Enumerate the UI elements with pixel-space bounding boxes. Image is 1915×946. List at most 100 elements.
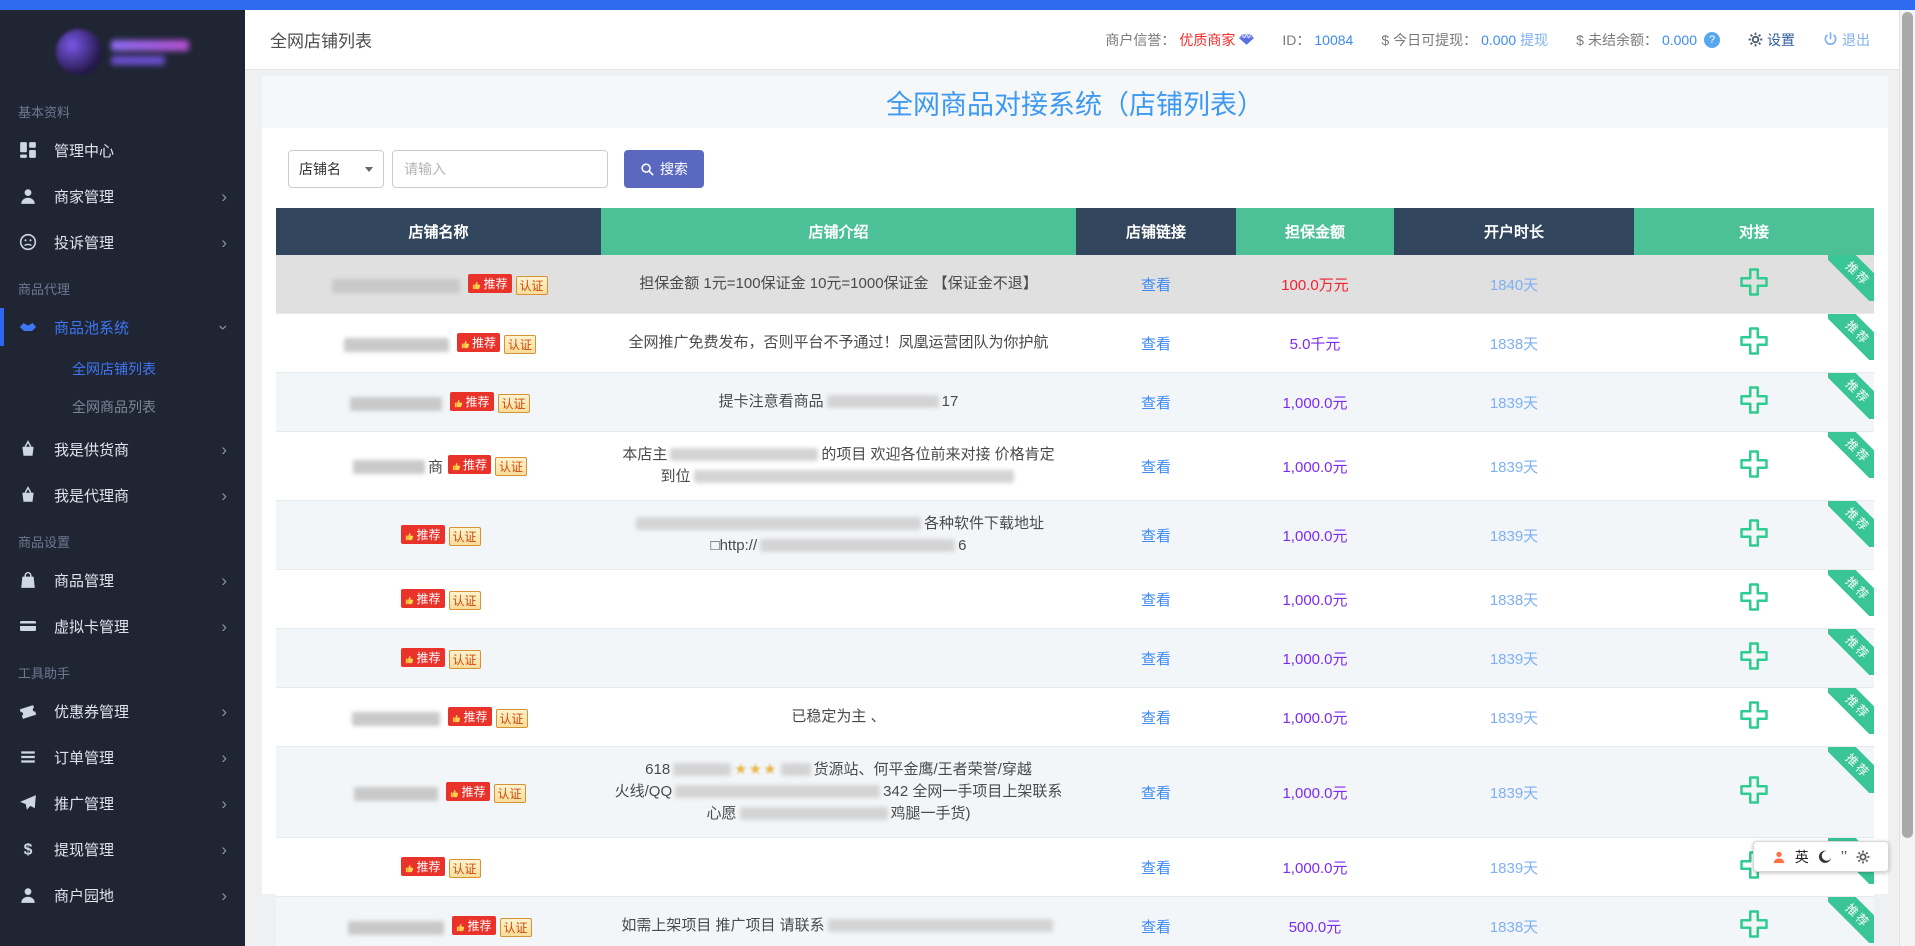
account-age-cell: 1838天	[1394, 897, 1634, 946]
sidebar: 基本资料管理中心 商家管理 › 投诉管理 › 商品代理商品池系统 › 全网店铺列表 全网商品列表…	[0, 10, 245, 946]
view-link[interactable]: 查看	[1141, 459, 1171, 476]
account-age-cell: 1840天	[1394, 255, 1634, 314]
today-withdrawable: $ 今日可提现： 0.000 提现	[1381, 30, 1549, 50]
intro-line: 已稳定为主 、	[609, 706, 1068, 728]
connect-button[interactable]	[1739, 909, 1769, 939]
redacted-text	[332, 278, 461, 293]
certified-badge: 认证	[497, 393, 530, 413]
text-fragment: 本店主	[622, 446, 668, 463]
quote-marks-icon[interactable]: ’’	[1841, 848, 1847, 865]
view-link[interactable]: 查看	[1141, 710, 1171, 727]
account-age: 1838天	[1489, 335, 1539, 353]
search-input[interactable]	[392, 150, 608, 188]
search-type-select[interactable]: 店铺名	[288, 150, 384, 188]
connect-button[interactable]	[1739, 775, 1769, 805]
sidebar-item-label: 我是代理商	[54, 487, 130, 505]
deposit-amount: 1,000.0元	[1282, 458, 1348, 476]
certified-badge: 认证	[448, 858, 481, 878]
logo-text	[111, 39, 189, 65]
moon-icon[interactable]	[1818, 850, 1832, 864]
intro-line: 各种软件下载地址	[609, 513, 1068, 535]
recommend-badge: 推荐	[456, 332, 500, 352]
sidebar-item-推广管理[interactable]: 推广管理 ›	[0, 780, 245, 826]
account-age: 1839天	[1489, 458, 1539, 476]
logout-button[interactable]: 退出	[1823, 30, 1870, 50]
logo	[0, 16, 245, 88]
redacted-text	[739, 807, 888, 820]
intro-line: □http:// 6	[609, 535, 1068, 557]
text-fragment: 鸡腿一手货)	[890, 805, 971, 822]
toolbar-gear-icon[interactable]	[1856, 850, 1870, 864]
text-fragment: □http://	[710, 537, 758, 554]
connect-button[interactable]	[1739, 267, 1769, 297]
recommend-badge: 推荐	[401, 524, 445, 544]
recommend-ribbon: 推荐	[1828, 570, 1874, 616]
connect-button[interactable]	[1739, 449, 1769, 479]
view-link[interactable]: 查看	[1141, 528, 1171, 545]
view-link[interactable]: 查看	[1141, 336, 1171, 353]
sidebar-item-投诉管理[interactable]: 投诉管理 ›	[0, 219, 245, 265]
intro-line: 火线/QQ 342 全网一手项目上架联系	[609, 781, 1068, 803]
redacted-text	[827, 919, 1053, 932]
sidebar-item-我是代理商[interactable]: 我是代理商 ›	[0, 472, 245, 518]
user-icon	[18, 885, 38, 905]
sidebar-item-我是供货商[interactable]: 我是供货商 ›	[0, 426, 245, 472]
sidebar-item-商品池系统[interactable]: 商品池系统 ›	[0, 304, 245, 350]
merchant-id: ID： 10084	[1282, 31, 1354, 48]
sidebar-item-商户园地[interactable]: 商户园地 ›	[0, 872, 245, 918]
table-row: 推荐 认证 担保金额 1元=100保证金 10元=1000保证金 【保证金不退】 查看…	[276, 255, 1874, 314]
sidebar-section-label: 基本资料	[18, 105, 71, 120]
certified-badge: 认证	[495, 457, 528, 476]
view-link[interactable]: 查看	[1141, 651, 1171, 668]
sidebar-item-优惠券管理[interactable]: 优惠券管理 ›	[0, 688, 245, 734]
sidebar-item-商品管理[interactable]: 商品管理 ›	[0, 557, 245, 603]
shop-intro-cell: 如需上架项目 推广项目 请联系	[601, 897, 1076, 946]
chevron-right-icon: ›	[221, 616, 227, 636]
withdraw-link[interactable]: 提现	[1520, 30, 1548, 50]
sidebar-section-label: 商品代理	[18, 282, 71, 297]
sidebar-item-管理中心[interactable]: 管理中心	[0, 127, 245, 173]
redacted-text	[760, 539, 956, 552]
text-fragment: 提卡注意看商品	[718, 393, 824, 410]
search-row: 店铺名 搜索	[288, 150, 1874, 188]
view-link[interactable]: 查看	[1141, 860, 1171, 877]
sidebar-item-虚拟卡管理[interactable]: 虚拟卡管理 ›	[0, 603, 245, 649]
chevron-down-icon	[365, 166, 373, 172]
dollar-icon: $	[18, 839, 38, 859]
view-link[interactable]: 查看	[1141, 395, 1171, 412]
shop-name-cell: 推荐 认证	[276, 501, 601, 570]
sidebar-subitem-全网店铺列表[interactable]: 全网店铺列表	[0, 350, 245, 388]
connect-button[interactable]	[1739, 641, 1769, 671]
shop-intro-cell: 全网推广免费发布，否则平台不予通过！凤凰运营团队为你护航	[601, 314, 1076, 373]
sidebar-item-label: 提现管理	[54, 841, 115, 859]
shop-intro-cell: 已稳定为主 、	[601, 688, 1076, 747]
thumb-up-icon	[452, 712, 461, 722]
connect-button[interactable]	[1739, 326, 1769, 356]
help-icon[interactable]: ?	[1704, 31, 1720, 48]
sidebar-item-订单管理[interactable]: 订单管理 ›	[0, 734, 245, 780]
scrollbar-thumb[interactable]	[1902, 12, 1913, 838]
view-link[interactable]: 查看	[1141, 785, 1171, 802]
person-icon[interactable]	[1772, 850, 1786, 864]
page-scrollbar[interactable]	[1899, 10, 1915, 946]
redacted-text	[675, 785, 881, 798]
view-link[interactable]: 查看	[1141, 919, 1171, 936]
recommend-badge: 推荐	[401, 588, 445, 608]
language-toggle[interactable]: 英	[1795, 847, 1809, 867]
connect-button[interactable]	[1739, 518, 1769, 548]
view-link[interactable]: 查看	[1141, 277, 1171, 294]
shop-link-cell: 查看	[1076, 373, 1236, 432]
connect-button[interactable]	[1739, 700, 1769, 730]
sidebar-item-商家管理[interactable]: 商家管理 ›	[0, 173, 245, 219]
search-button[interactable]: 搜索	[624, 150, 704, 188]
sidebar-subitem-全网商品列表[interactable]: 全网商品列表	[0, 388, 245, 426]
connect-button[interactable]	[1739, 582, 1769, 612]
thumb-up-icon	[461, 338, 470, 348]
sidebar-item-label: 订单管理	[54, 749, 115, 767]
system-title: 全网商品对接系统（店铺列表）	[886, 89, 1264, 120]
connect-button[interactable]	[1739, 385, 1769, 415]
redacted-text	[780, 763, 811, 776]
view-link[interactable]: 查看	[1141, 592, 1171, 609]
sidebar-item-提现管理[interactable]: $ 提现管理 ›	[0, 826, 245, 872]
settings-button[interactable]: 设置	[1748, 30, 1795, 50]
